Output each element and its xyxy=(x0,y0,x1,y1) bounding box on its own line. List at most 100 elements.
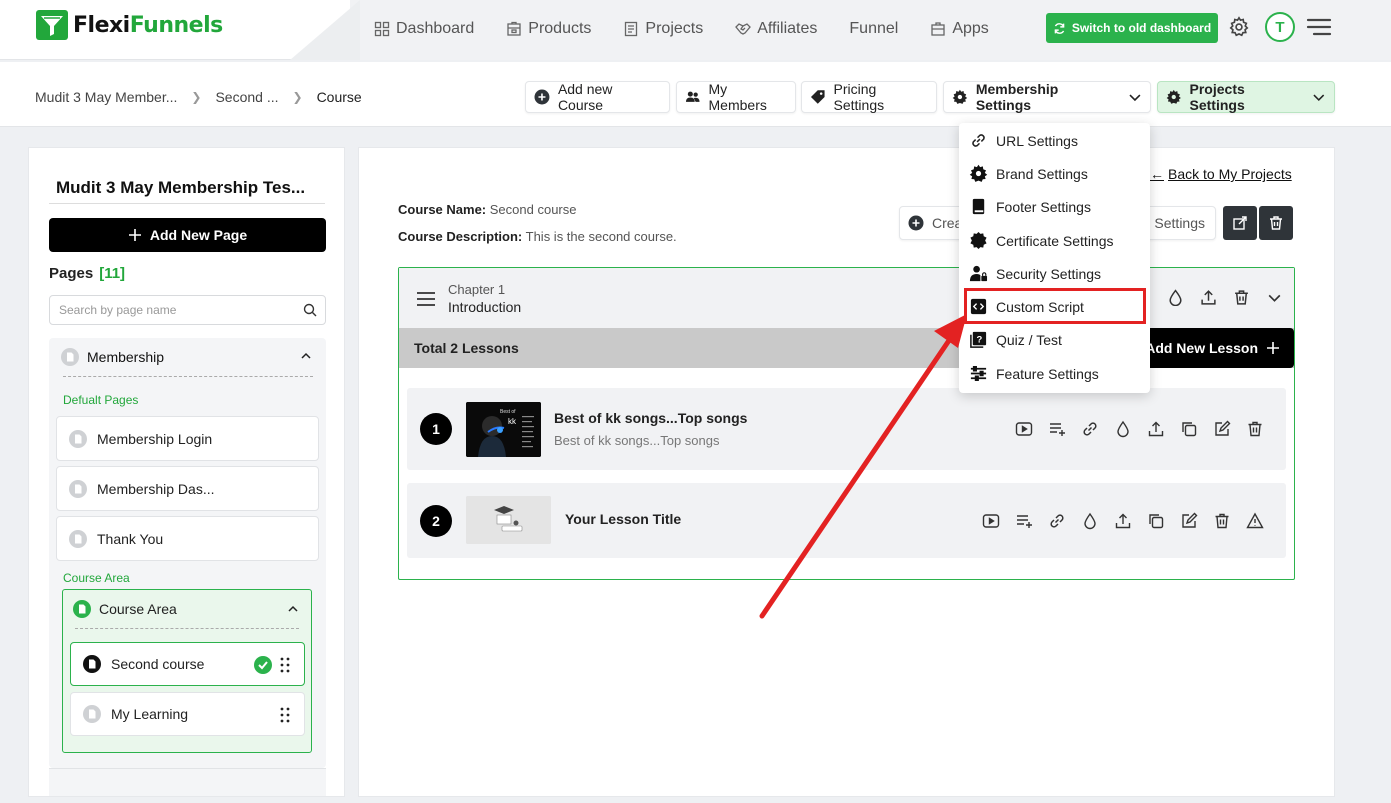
back-to-projects-link[interactable]: ← Back to My Projects xyxy=(1150,166,1292,182)
main-nav: Dashboard Products Projects Affiliates F… xyxy=(374,17,1021,41)
lesson-row[interactable]: 2 Your Lesson Title xyxy=(407,483,1286,558)
plus-icon xyxy=(1267,342,1279,354)
file-icon xyxy=(73,600,91,618)
video-icon[interactable] xyxy=(1015,420,1033,438)
projects-settings-dropdown[interactable]: Projects Settings xyxy=(1157,81,1335,113)
grid-icon xyxy=(374,21,390,37)
link-icon[interactable] xyxy=(1048,512,1066,530)
copy-icon[interactable] xyxy=(1180,420,1198,438)
trash-icon[interactable] xyxy=(1233,289,1250,306)
create-chapter-label: Crea xyxy=(932,215,963,231)
menu-item-brand-settings[interactable]: Brand Settings xyxy=(969,164,1088,183)
upload-icon[interactable] xyxy=(1114,512,1132,530)
edit-course-button[interactable] xyxy=(1223,206,1257,240)
switch-old-dashboard-button[interactable]: Switch to old dashboard xyxy=(1046,13,1218,43)
page-search-input[interactable]: Search by page name xyxy=(49,295,326,325)
course-area-header[interactable]: Course Area xyxy=(73,600,177,618)
link-icon xyxy=(972,134,985,147)
upload-icon[interactable] xyxy=(1147,420,1165,438)
menu-item-feature-settings[interactable]: Feature Settings xyxy=(969,364,1099,383)
plus-circle-icon xyxy=(908,215,924,231)
add-new-lesson-button[interactable]: Add New Lesson xyxy=(1137,328,1294,368)
membership-settings-label: Membership Settings xyxy=(975,81,1059,113)
plus-circle-icon xyxy=(534,89,550,105)
drag-handle-icon[interactable] xyxy=(280,657,290,673)
page-item-thank-you[interactable]: Thank You xyxy=(56,516,319,561)
drop-icon[interactable] xyxy=(1081,512,1099,530)
nav-projects[interactable]: Projects xyxy=(623,17,703,41)
membership-group-header[interactable]: Membership xyxy=(61,348,164,366)
pages-heading: Pages [11] xyxy=(49,265,125,282)
search-icon[interactable] xyxy=(303,303,317,317)
membership-settings-dropdown[interactable]: Membership Settings xyxy=(943,81,1151,113)
chapter-actions xyxy=(1167,289,1283,306)
lesson-number: 1 xyxy=(420,413,452,445)
page-search-placeholder: Search by page name xyxy=(59,303,177,317)
nav-products-label: Products xyxy=(528,20,592,37)
thumb-text-line2: kk xyxy=(508,417,517,426)
chevron-down-icon[interactable] xyxy=(1266,289,1283,306)
add-new-page-button[interactable]: Add New Page xyxy=(49,218,326,252)
pricing-settings-button[interactable]: Pricing Settings xyxy=(801,81,937,113)
nav-affiliates[interactable]: Affiliates xyxy=(735,17,817,41)
course-item-second-course[interactable]: Second course xyxy=(70,642,305,686)
breadcrumb-item-current: Course xyxy=(316,89,362,105)
edit-icon[interactable] xyxy=(1180,512,1198,530)
drop-icon[interactable] xyxy=(1114,420,1132,438)
page-item-membership-login[interactable]: Membership Login xyxy=(56,416,319,461)
membership-group: Membership Defualt Pages Membership Logi… xyxy=(49,338,326,768)
menu-item-label: URL Settings xyxy=(996,132,1078,149)
chevron-up-icon[interactable] xyxy=(300,350,312,362)
menu-item-url-settings[interactable]: URL Settings xyxy=(969,131,1078,150)
nav-funnel[interactable]: Funnel xyxy=(849,17,898,41)
drop-icon[interactable] xyxy=(1167,289,1184,306)
trash-icon[interactable] xyxy=(1246,420,1264,438)
playlist-add-icon[interactable] xyxy=(1048,420,1066,438)
video-icon[interactable] xyxy=(982,512,1000,530)
course-item-my-learning[interactable]: My Learning xyxy=(70,692,305,736)
membership-settings-menu: URL Settings Brand Settings Footer Setti… xyxy=(959,123,1150,393)
breadcrumb-item-course[interactable]: Second ... xyxy=(215,89,278,105)
copy-icon[interactable] xyxy=(1147,512,1165,530)
divider xyxy=(49,203,325,204)
menu-item-certificate-settings[interactable]: Certificate Settings xyxy=(969,231,1114,250)
logo[interactable]: FlexiFunnels xyxy=(35,9,223,41)
nav-products[interactable]: Products xyxy=(506,17,591,41)
lesson-row[interactable]: 1 Best of kk Best of kk songs...Top song… xyxy=(407,388,1286,470)
upload-icon[interactable] xyxy=(1200,289,1217,306)
delete-course-button[interactable] xyxy=(1259,206,1293,240)
my-members-button[interactable]: My Members xyxy=(676,81,796,113)
menu-item-footer-settings[interactable]: Footer Settings xyxy=(969,197,1091,216)
menu-icon[interactable] xyxy=(417,292,435,306)
drag-handle-icon[interactable] xyxy=(280,707,290,723)
hamburger-menu-icon[interactable] xyxy=(1306,17,1332,37)
lesson-thumbnail[interactable] xyxy=(466,496,551,544)
course-name-row: Course Name: Second course xyxy=(398,202,577,217)
sidebar-project-title: Mudit 3 May Membership Tes... xyxy=(56,178,306,197)
add-new-lesson-label: Add New Lesson xyxy=(1145,340,1258,356)
nav-apps[interactable]: Apps xyxy=(930,17,989,41)
settings-gear-icon[interactable] xyxy=(1228,16,1250,38)
avatar[interactable]: T xyxy=(1265,12,1295,42)
page-item-membership-dashboard[interactable]: Membership Das... xyxy=(56,466,319,511)
warning-icon[interactable] xyxy=(1246,512,1264,530)
switch-old-dashboard-label: Switch to old dashboard xyxy=(1071,21,1212,35)
link-icon[interactable] xyxy=(1081,420,1099,438)
add-new-course-button[interactable]: Add new Course xyxy=(525,81,670,113)
nav-dashboard[interactable]: Dashboard xyxy=(374,17,474,41)
chevron-up-icon[interactable] xyxy=(287,603,299,615)
menu-item-label: Certificate Settings xyxy=(996,232,1114,249)
arrow-left-icon: ← xyxy=(1150,166,1164,182)
playlist-add-icon[interactable] xyxy=(1015,512,1033,530)
edit-icon[interactable] xyxy=(1213,420,1231,438)
book-icon xyxy=(972,198,985,215)
course-description-row: Course Description: This is the second c… xyxy=(398,229,677,244)
chapter-header[interactable]: Chapter 1 Introduction xyxy=(399,268,1294,328)
menu-item-security-settings[interactable]: Security Settings xyxy=(969,264,1101,283)
trash-icon[interactable] xyxy=(1213,512,1231,530)
lesson-thumbnail[interactable]: Best of kk xyxy=(466,402,541,457)
lesson-placeholder-image xyxy=(466,496,551,544)
breadcrumb-item-project[interactable]: Mudit 3 May Member... xyxy=(35,89,177,105)
lesson-actions xyxy=(982,512,1264,530)
menu-item-quiz-test[interactable]: ? Quiz / Test xyxy=(969,330,1062,349)
